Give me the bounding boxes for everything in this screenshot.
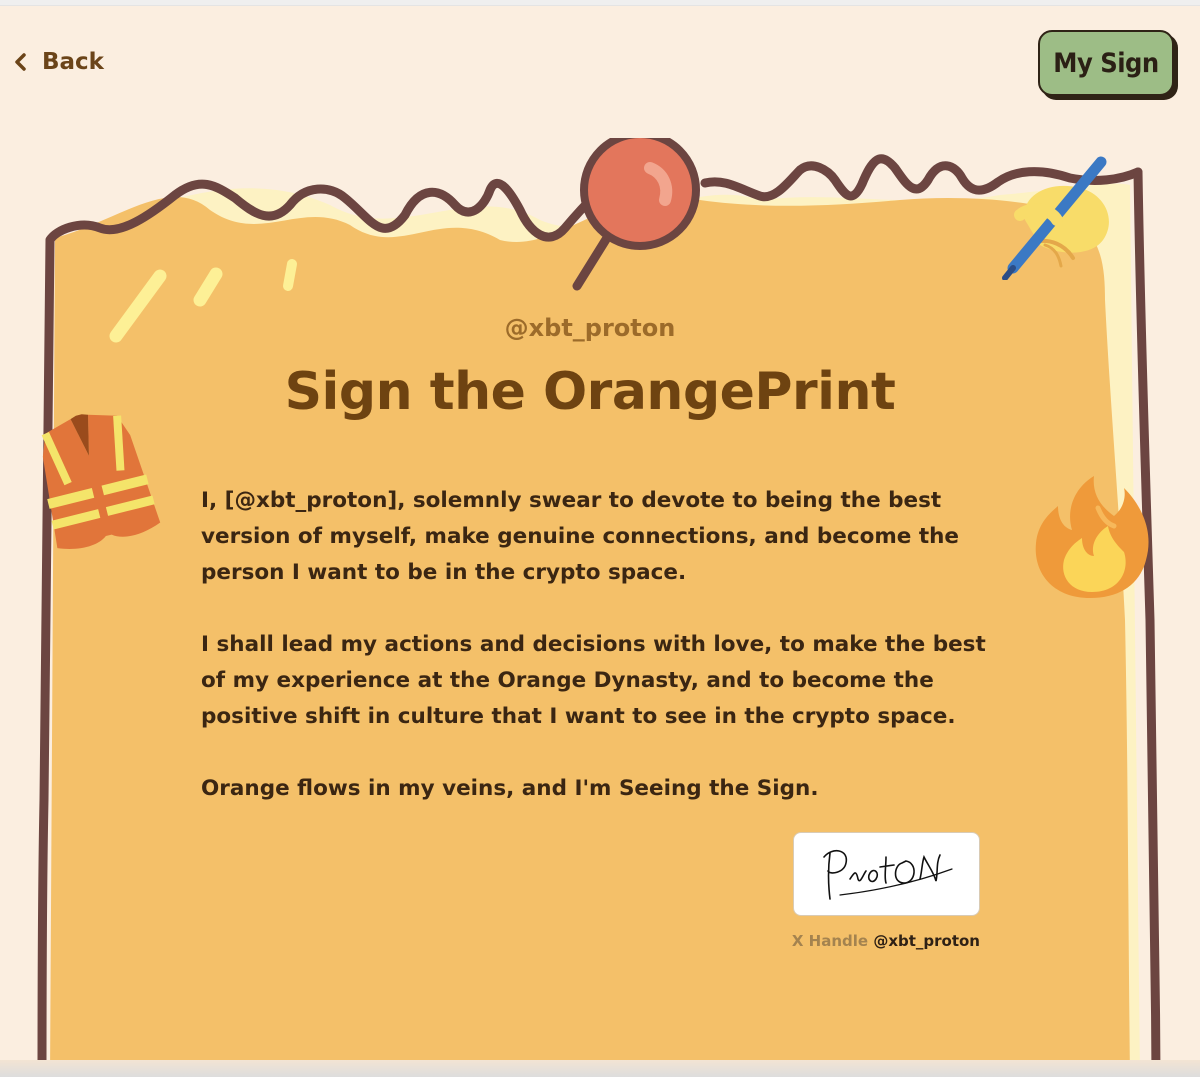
pushpin-icon [572,138,700,291]
oath-paragraph: I, [@xbt_proton], solemnly swear to devo… [201,488,960,585]
bottom-edge [0,1060,1200,1077]
x-handle-label: X Handle [791,932,869,950]
signature-image [823,850,953,900]
quill-pen-icon [1002,156,1109,280]
signature-box [793,832,980,916]
x-handle-value: @xbt_proton [873,932,980,950]
handle-heading: @xbt_proton [504,314,676,342]
oath-text: I, [@xbt_proton], solemnly swear to devo… [201,483,991,843]
safety-vest-icon [41,414,161,549]
page-title: Sign the OrangePrint [284,362,896,422]
oath-paragraph: I shall lead my actions and decisions wi… [201,632,986,729]
oath-paragraph: Orange flows in my veins, and I'm Seeing… [201,776,819,801]
fire-icon [1035,476,1149,598]
x-handle: X Handle @xbt_proton [740,932,980,950]
